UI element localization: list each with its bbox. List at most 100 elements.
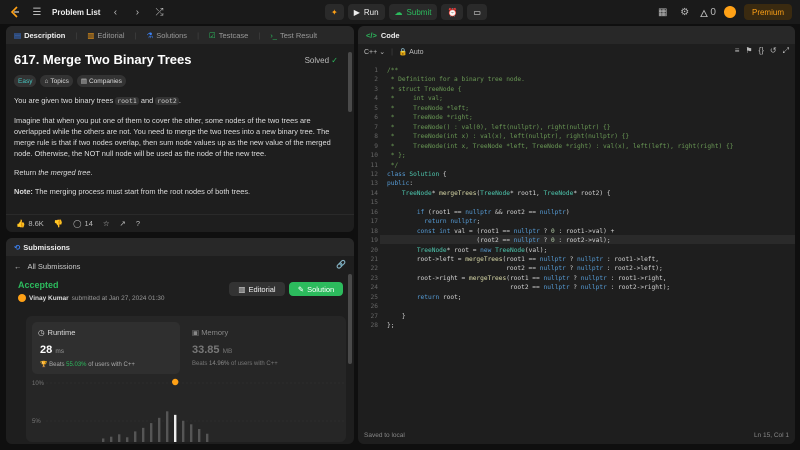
reset-icon[interactable]: ↺ <box>770 46 777 56</box>
problem-list-link[interactable]: Problem List <box>52 8 100 17</box>
histogram-bar[interactable] <box>126 437 129 442</box>
expand-icon[interactable]: ⤢ <box>783 46 789 56</box>
gear-icon[interactable]: ⚙ <box>678 5 692 19</box>
comments-button[interactable]: ◯ 14 <box>73 219 93 228</box>
code-line[interactable]: 1 /** <box>358 66 795 75</box>
histogram-bar[interactable] <box>206 433 209 442</box>
histogram-bar[interactable] <box>134 431 137 442</box>
description-scrollbar[interactable] <box>348 52 352 112</box>
tab-description[interactable]: ▤ Description <box>14 31 65 40</box>
histogram-bar[interactable] <box>102 438 105 442</box>
code-line[interactable]: 16 if (root1 == nullptr && root2 == null… <box>358 208 795 217</box>
code-line[interactable]: 22 root2 == nullptr ? nullptr : root2->l… <box>358 264 795 273</box>
streak-fire-icon[interactable]: 🜂 0 <box>700 5 716 20</box>
bookmark-icon[interactable]: ⚑ <box>745 46 752 56</box>
companies-chip[interactable]: ▤ Companies <box>76 75 126 87</box>
code-line[interactable]: 19 (root2 == nullptr ? 0 : root2->val); <box>358 236 795 245</box>
code-line[interactable]: 26 <box>358 302 795 311</box>
auto-mode-toggle[interactable]: 🔒 Auto <box>399 48 424 56</box>
code-line[interactable]: 4 * int val; <box>358 94 795 103</box>
tab-test-result[interactable]: ›_ Test Result <box>270 31 317 40</box>
code-line[interactable]: 2 * Definition for a binary tree node. <box>358 75 795 84</box>
code-line[interactable]: 13 public: <box>358 179 795 188</box>
code-line[interactable]: 15 <box>358 198 795 207</box>
tab-solutions[interactable]: ⚗ Solutions <box>146 31 187 40</box>
comment-icon: ◯ <box>73 219 82 228</box>
histogram-bar[interactable] <box>110 436 113 442</box>
code-line[interactable]: 10 * }; <box>358 151 795 160</box>
submissions-tabs: ⟲ Submissions <box>6 238 354 256</box>
user-avatar[interactable] <box>723 6 736 18</box>
histogram-bar[interactable] <box>174 414 177 442</box>
code-line[interactable]: 27 } <box>358 312 795 321</box>
histogram-bar[interactable] <box>166 411 169 442</box>
code-text: TreeNode* mergeTrees(TreeNode* root1, Tr… <box>401 189 611 197</box>
braces-icon[interactable]: {} <box>759 46 764 56</box>
memory-card[interactable]: ▣ Memory <box>192 328 228 337</box>
tab-editorial[interactable]: ▥ Editorial <box>87 31 124 40</box>
code-line[interactable]: 20 TreeNode* root = new TreeNode(val); <box>358 246 795 255</box>
submission-status: Accepted <box>18 280 59 290</box>
code-editor[interactable]: 1/** 2 * Definition for a binary tree nod… <box>358 62 795 426</box>
line-number: 20 <box>370 246 378 254</box>
code-line[interactable]: 8 * TreeNode(int x) : val(x), left(nullp… <box>358 132 795 141</box>
code-line[interactable]: 18 const int val = (root1 == nullptr ? 0… <box>358 227 795 236</box>
histogram-bar[interactable] <box>118 434 121 442</box>
runtime-card[interactable]: ◷ Runtime 28 ms 🏆 Beats 55.03% of users w… <box>32 322 180 374</box>
language-select[interactable]: C++ ⌄ <box>364 48 385 56</box>
code-line[interactable]: 6 * TreeNode *right; <box>358 113 795 122</box>
code-line[interactable]: 9 * TreeNode(int x, TreeNode *left, Tree… <box>358 142 795 151</box>
run-button[interactable]: ▶ Run <box>347 4 385 20</box>
submissions-scrollbar[interactable] <box>348 274 352 364</box>
shuffle-icon[interactable]: ⤮ <box>152 5 166 19</box>
code-line[interactable]: 5 * TreeNode *left; <box>358 104 795 113</box>
dislike-button[interactable]: 👎 <box>54 219 63 228</box>
editorial-button[interactable]: ▥ Editorial <box>229 282 285 296</box>
histogram-bar[interactable] <box>198 429 201 442</box>
histogram-bar[interactable] <box>182 420 185 442</box>
histogram-bar[interactable] <box>142 427 145 442</box>
code-line[interactable]: 23 root->right = mergeTrees(root1 == nul… <box>358 274 795 283</box>
code-line[interactable]: 3 * struct TreeNode { <box>358 85 795 94</box>
debug-button[interactable]: ✦ <box>325 4 344 20</box>
code-line[interactable]: 24 root2 == nullptr ? nullptr : root2->r… <box>358 283 795 292</box>
problem-title[interactable]: 617. Merge Two Binary Trees <box>14 52 346 67</box>
description-paragraph-2: Imagine that when you put one of them to… <box>14 116 331 158</box>
tab-testcase[interactable]: ☑ Testcase <box>209 31 248 40</box>
code-line[interactable]: 25 return root; <box>358 293 795 302</box>
code-line[interactable]: 28}; <box>358 321 795 330</box>
alarm-icon: ⏰ <box>447 7 458 17</box>
topics-chip[interactable]: ⌂ Topics <box>40 75 73 87</box>
timer-button[interactable]: ⏰ <box>441 4 464 20</box>
premium-button[interactable]: Premium <box>743 4 792 20</box>
chevron-right-icon[interactable]: › <box>130 5 144 19</box>
submit-button[interactable]: ☁ Submit <box>388 4 438 20</box>
histogram-bar[interactable] <box>158 417 161 442</box>
code-line[interactable]: 14 TreeNode* mergeTrees(TreeNode* root1,… <box>358 189 795 198</box>
code-line[interactable]: 7 * TreeNode() : val(0), left(nullptr), … <box>358 123 795 132</box>
runtime-distribution-chart[interactable]: 10% 5% <box>26 378 346 442</box>
notes-button[interactable]: ▭ <box>467 4 487 20</box>
top-bar: ☰ Problem List ‹ › ⤮ ✦ ▶ Run ☁ Submit ⏰ ▭ … <box>0 0 800 24</box>
code-text: root->left = mergeTrees(root1 == nullptr… <box>387 256 659 263</box>
layout-grid-icon[interactable]: ▦ <box>656 5 670 19</box>
histogram-bar[interactable] <box>190 424 193 442</box>
histogram-bar[interactable] <box>150 423 153 442</box>
link-icon[interactable]: 🔗 <box>336 260 346 269</box>
leetcode-logo-icon[interactable] <box>8 5 22 19</box>
code-line[interactable]: 21 root->left = mergeTrees(root1 == null… <box>358 255 795 264</box>
chevron-left-icon[interactable]: ‹ <box>108 5 122 19</box>
tab-submissions[interactable]: ⟲ Submissions <box>14 243 70 252</box>
solution-button[interactable]: ✎ Solution <box>289 282 343 296</box>
list-icon[interactable]: ☰ <box>30 5 44 19</box>
share-icon[interactable]: ↗ <box>120 219 126 228</box>
menu-icon[interactable]: ≡ <box>735 46 740 56</box>
all-submissions-link[interactable]: ← All Submissions <box>6 258 354 274</box>
like-button[interactable]: 👍 8.6K <box>16 219 44 228</box>
your-submission-marker <box>172 378 179 386</box>
code-line[interactable]: 12 class Solution { <box>358 170 795 179</box>
star-icon[interactable]: ☆ <box>103 219 110 228</box>
code-line[interactable]: 11 */ <box>358 161 795 170</box>
code-line[interactable]: 17 return nullptr; <box>358 217 795 226</box>
help-icon[interactable]: ? <box>136 219 140 228</box>
